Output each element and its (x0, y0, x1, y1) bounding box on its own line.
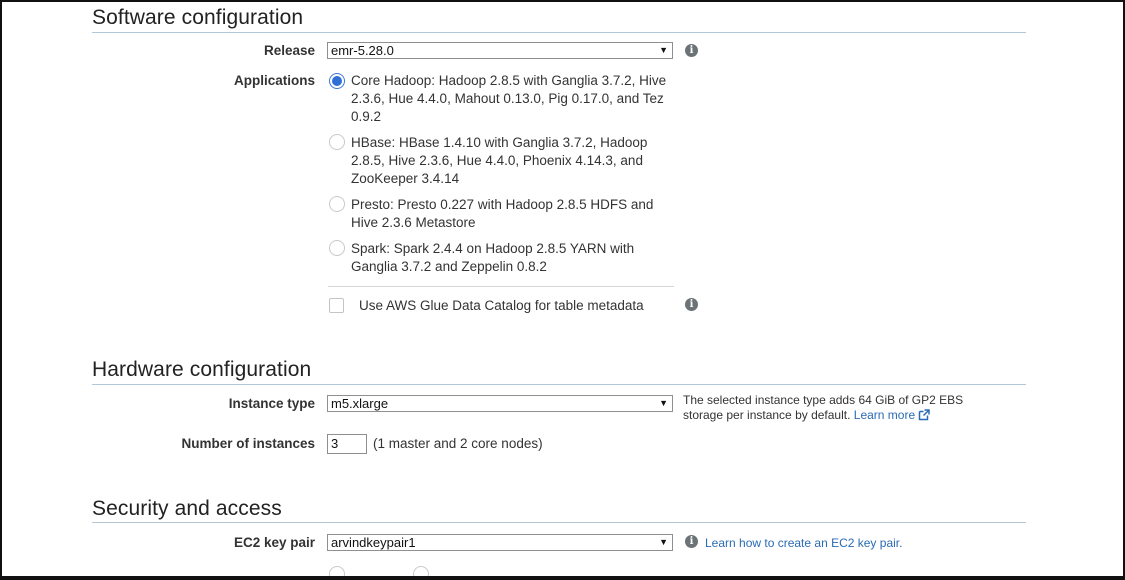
application-option-presto: Presto: Presto 0.227 with Hadoop 2.8.5 H… (351, 197, 654, 230)
chevron-down-icon: ▼ (659, 537, 668, 547)
instance-type-value: m5.xlarge (331, 396, 389, 411)
section-divider (92, 32, 1026, 33)
application-option-spark: Spark: Spark 2.4.4 on Hadoop 2.8.5 YARN … (351, 241, 635, 274)
application-option-hbase: HBase: HBase 1.4.10 with Ganglia 3.7.2, … (351, 135, 648, 186)
ec2-key-pair-select[interactable]: arvindkeypair1 ▼ (327, 534, 673, 551)
release-label: Release (263, 43, 315, 58)
glue-catalog-checkbox[interactable] (329, 298, 344, 313)
security-and-access-title: Security and access (92, 497, 282, 520)
glue-catalog-label: Use AWS Glue Data Catalog for table meta… (359, 298, 644, 313)
software-configuration-title: Software configuration (92, 6, 304, 29)
radio-presto[interactable] (329, 196, 345, 212)
radio-hbase[interactable] (329, 134, 345, 150)
radio-partial-row[interactable] (413, 566, 429, 576)
ec2-key-pair-value: arvindkeypair1 (331, 535, 416, 550)
info-icon[interactable]: i (685, 298, 698, 311)
external-link-icon[interactable] (918, 409, 930, 421)
chevron-down-icon: ▼ (659, 398, 668, 408)
hardware-configuration-title: Hardware configuration (92, 358, 312, 381)
radio-partial-row[interactable] (329, 566, 345, 576)
section-divider (92, 384, 1026, 385)
info-icon[interactable]: i (685, 535, 698, 548)
release-value: emr-5.28.0 (331, 43, 394, 58)
radio-spark[interactable] (329, 240, 345, 256)
emr-create-cluster-form: Software configuration Release emr-5.28.… (0, 0, 1125, 580)
learn-more-link[interactable]: Learn more (854, 408, 915, 422)
instance-type-label: Instance type (228, 396, 315, 411)
key-pair-help-text[interactable]: Learn how to create an EC2 key pair. (705, 536, 902, 550)
applications-label: Applications (233, 73, 315, 88)
chevron-down-icon: ▼ (659, 45, 668, 55)
ec2-key-pair-label: EC2 key pair (233, 535, 315, 550)
info-icon[interactable]: i (685, 44, 698, 57)
number-of-instances-label: Number of instances (181, 436, 315, 451)
instance-type-note: The selected instance type adds 64 GiB o… (683, 393, 983, 423)
key-pair-help-link[interactable]: Learn how to create an EC2 key pair. (705, 536, 902, 551)
number-of-instances-input[interactable]: 3 (327, 434, 367, 454)
application-option-core-hadoop: Core Hadoop: Hadoop 2.8.5 with Ganglia 3… (351, 73, 667, 124)
section-divider (92, 522, 1026, 523)
release-select[interactable]: emr-5.28.0 ▼ (327, 42, 673, 59)
applications-divider (328, 286, 674, 287)
instance-type-select[interactable]: m5.xlarge ▼ (327, 395, 673, 412)
radio-core-hadoop[interactable] (329, 73, 345, 89)
number-of-instances-note: (1 master and 2 core nodes) (373, 436, 543, 451)
